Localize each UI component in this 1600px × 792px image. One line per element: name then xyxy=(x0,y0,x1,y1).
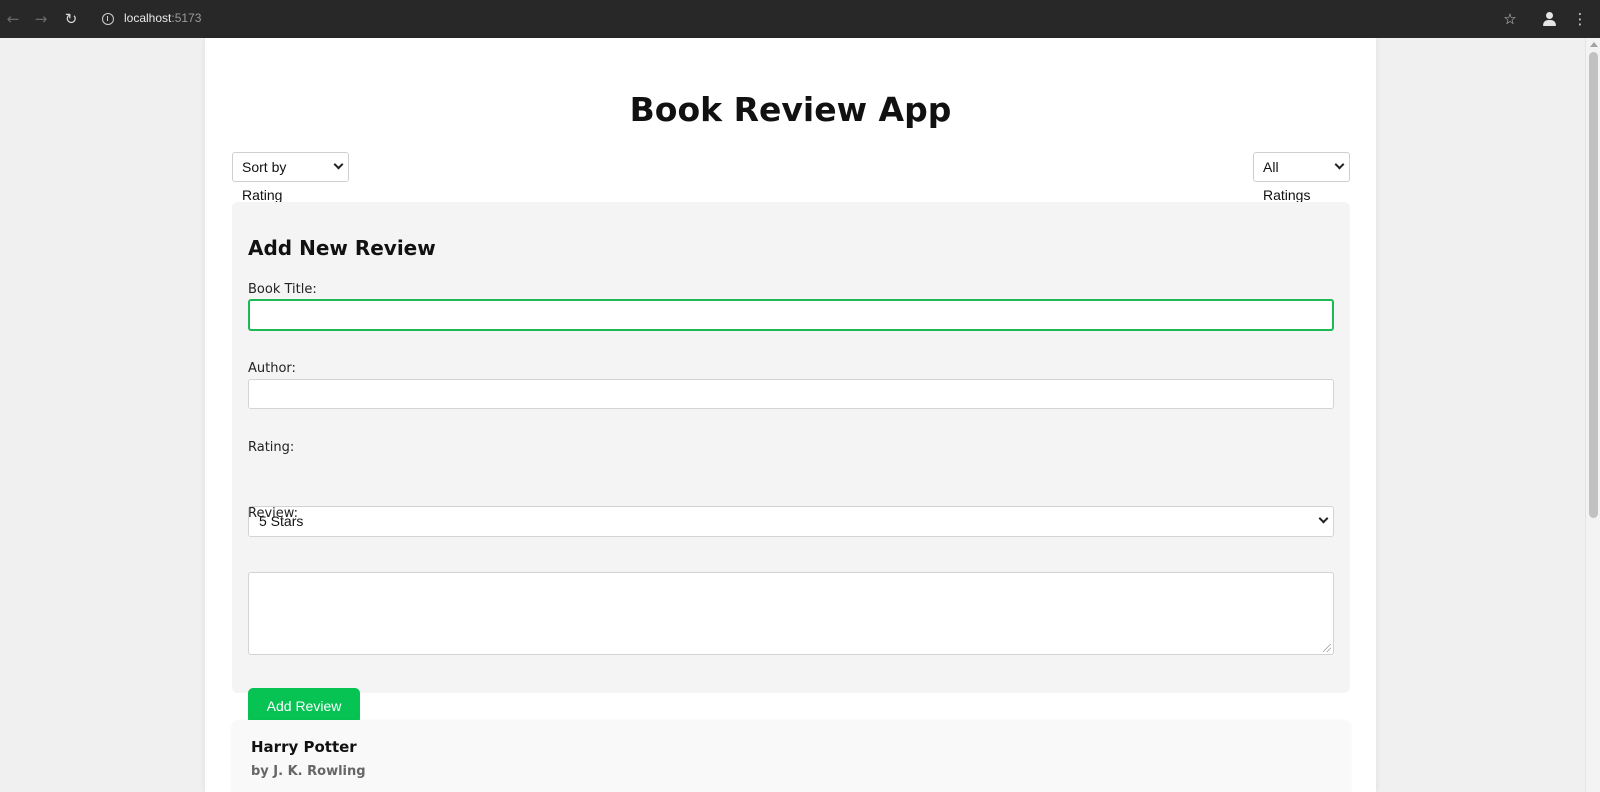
scroll-up-arrow-icon[interactable] xyxy=(1590,42,1598,47)
chevron-down-icon xyxy=(333,159,344,170)
resize-handle-icon[interactable] xyxy=(1323,644,1331,652)
app-container: Book Review App Sort by Rating All Ratin… xyxy=(205,38,1376,792)
page-title: Book Review App xyxy=(629,90,952,129)
profile-icon[interactable] xyxy=(1541,10,1559,28)
rating-filter-select[interactable]: All Ratings xyxy=(1253,152,1350,203)
sort-select-value: Sort by Rating xyxy=(242,159,287,203)
url-host: localhost xyxy=(124,11,172,25)
review-label: Review: xyxy=(248,506,299,521)
info-icon[interactable] xyxy=(102,13,114,25)
star-icon[interactable]: ☆ xyxy=(1499,8,1521,30)
review-book-title: Harry Potter xyxy=(251,738,357,756)
review-textarea[interactable] xyxy=(248,572,1334,655)
rating-label: Rating: xyxy=(248,440,295,455)
reload-icon[interactable]: ↻ xyxy=(60,8,82,30)
review-card: Harry Potter by J. K. Rowling xyxy=(232,720,1350,792)
add-review-form: Add New Review Book Title: Author: Ratin… xyxy=(232,202,1350,724)
filter-select-value: All Ratings xyxy=(1263,159,1311,203)
chevron-down-icon xyxy=(1318,513,1329,524)
book-title-label: Book Title: xyxy=(248,282,317,297)
rating-select[interactable]: 5 Stars xyxy=(248,506,1334,537)
url-port: :5173 xyxy=(171,11,202,25)
sort-select[interactable]: Sort by Rating xyxy=(232,152,349,203)
back-arrow-icon[interactable]: ← xyxy=(2,8,24,30)
author-input[interactable] xyxy=(248,379,1334,409)
review-author: by J. K. Rowling xyxy=(251,764,366,779)
author-label: Author: xyxy=(248,361,296,376)
book-title-input[interactable] xyxy=(248,299,1334,331)
browser-toolbar: ← → ↻ localhost:5173 ☆ ⋮ xyxy=(0,0,1600,38)
page-scrollbar[interactable] xyxy=(1585,38,1600,792)
chevron-down-icon xyxy=(1334,159,1345,170)
forward-arrow-icon[interactable]: → xyxy=(30,8,52,30)
add-review-button[interactable]: Add Review xyxy=(248,688,360,724)
form-heading: Add New Review xyxy=(248,236,436,260)
kebab-menu-icon[interactable]: ⋮ xyxy=(1569,8,1591,30)
address-bar[interactable]: localhost:5173 xyxy=(96,7,1496,31)
scrollbar-thumb[interactable] xyxy=(1589,52,1598,518)
url-text: localhost:5173 xyxy=(124,11,201,25)
